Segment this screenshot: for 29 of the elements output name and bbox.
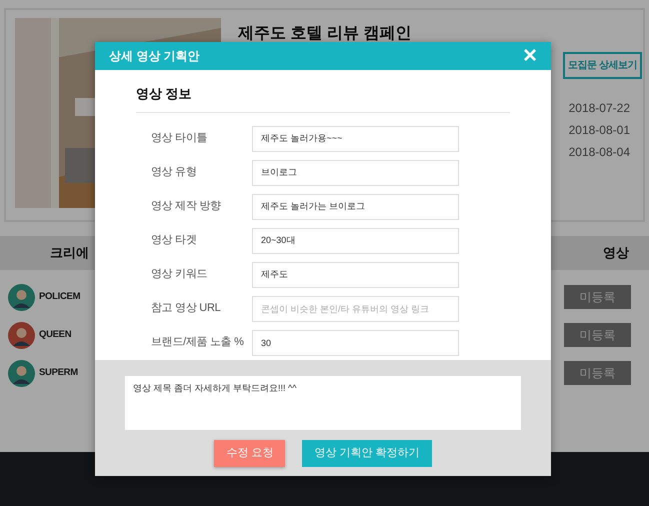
column-header: 영상 [603, 244, 629, 262]
date-text: 2018-07-22 [568, 100, 630, 117]
campaign-title: 제주도 호텔 리뷰 캠페인 [238, 24, 412, 44]
field-label: 영상 유형 [151, 165, 198, 180]
input-field[interactable]: 제주도 놀러가용~~~ [252, 126, 459, 152]
date-text: 2018-08-01 [568, 122, 630, 139]
creator-name: POLICEM [39, 290, 80, 304]
section-title: 영상 정보 [136, 82, 510, 112]
input-field[interactable]: 20~30대 [252, 228, 459, 254]
avatar-icon [8, 360, 35, 386]
field-label: 영상 타겟 [151, 233, 198, 248]
creator-name: QUEEN [39, 328, 72, 342]
avatar-icon [8, 284, 35, 310]
field-label: 브랜드/제품 노출 % [151, 335, 245, 350]
avatar-icon [8, 322, 35, 348]
modal-title: 상세 영상 기획안 [109, 48, 200, 65]
date-text: 2018-08-04 [568, 144, 630, 161]
input-field[interactable]: 제주도 놀러가는 브이로그 [252, 194, 459, 220]
field-label: 영상 키워드 [151, 267, 208, 282]
comment-field[interactable]: 영상 제목 좀더 자세하게 부탁드려요!!! ^^ [125, 376, 521, 430]
input-field[interactable]: 콘셉이 비슷한 본인/타 유튜버의 영상 링크 [252, 296, 459, 322]
field-label: 영상 제작 방향 [151, 199, 222, 214]
input-field[interactable]: 브이로그 [252, 160, 459, 186]
input-field[interactable]: 제주도 [252, 262, 459, 288]
column-header: 크리에 [50, 244, 89, 262]
input-field[interactable]: 30 [252, 330, 459, 356]
creator-name: SUPERM [39, 366, 78, 380]
field-label: 영상 타이틀 [151, 131, 208, 146]
field-label: 참고 영상 URL [151, 301, 222, 316]
